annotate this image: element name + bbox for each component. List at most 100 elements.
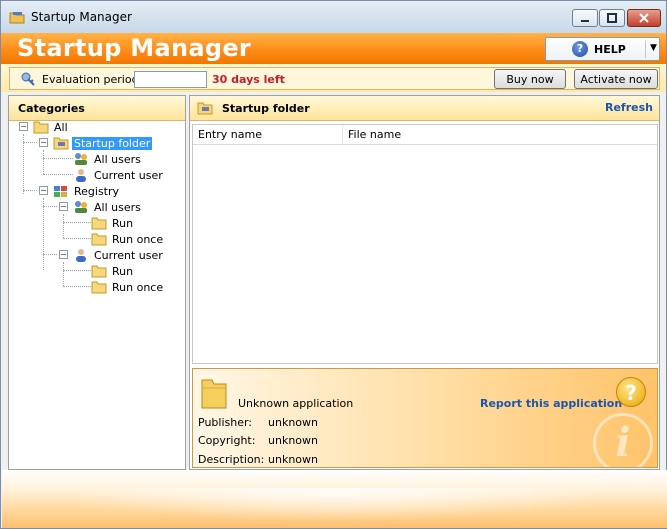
tree-item-all[interactable]: All — [33, 119, 70, 135]
footer-band — [2, 470, 667, 528]
info-watermark-icon: i — [593, 413, 653, 467]
tree-collapse-toggle[interactable]: − — [39, 186, 48, 195]
close-button[interactable] — [627, 9, 661, 27]
help-button[interactable]: ? HELP ▼ — [545, 37, 660, 61]
column-header-file-name[interactable]: File name — [343, 125, 657, 145]
tree-line — [63, 238, 91, 239]
column-header-entry-name[interactable]: Entry name — [193, 125, 343, 145]
publisher-value: unknown — [268, 416, 318, 429]
evaluation-field[interactable] — [134, 71, 207, 88]
minimize-button[interactable] — [572, 9, 598, 27]
tree-line — [43, 174, 73, 175]
tree-label: Run once — [112, 232, 164, 246]
tree-label: Run — [112, 216, 134, 230]
users-icon — [75, 201, 87, 213]
application-info-panel: Unknown application Report this applicat… — [192, 368, 658, 468]
folder-icon — [91, 265, 107, 278]
main-area: Categories − All − Startup folder All us… — [0, 92, 667, 529]
maximize-button[interactable] — [599, 9, 625, 27]
tree-label: All users — [94, 152, 141, 166]
app-header: Startup Manager ? HELP ▼ — [0, 33, 667, 64]
application-name: Unknown application — [238, 397, 354, 410]
tree-line — [63, 286, 91, 287]
description-label: Description: — [198, 453, 265, 466]
categories-header: Categories — [9, 96, 185, 121]
tree-line — [23, 134, 24, 194]
tree-item-registry[interactable]: Registry — [53, 183, 121, 199]
evaluation-panel: Evaluation period: 30 days left Buy now … — [9, 67, 660, 90]
days-left-text: 30 days left — [212, 73, 285, 86]
tree-collapse-toggle[interactable]: − — [59, 250, 68, 259]
tree-item-registry-cu-run[interactable]: Run — [91, 263, 135, 279]
app-icon — [9, 12, 25, 24]
category-tree: − All − Startup folder All users Current… — [9, 119, 185, 468]
help-icon: ? — [572, 41, 588, 57]
chevron-down-icon[interactable]: ▼ — [650, 43, 657, 53]
tree-line — [23, 190, 37, 191]
tree-collapse-toggle[interactable]: − — [39, 138, 48, 147]
tree-line — [43, 254, 57, 255]
categories-title: Categories — [18, 102, 85, 115]
entries-list[interactable]: Entry name File name — [192, 124, 658, 364]
tree-label: Run — [112, 264, 134, 278]
tree-label: Current user — [94, 248, 163, 262]
tree-item-registry-all-run[interactable]: Run — [91, 215, 135, 231]
tree-item-registry-all-run-once[interactable]: Run once — [91, 231, 165, 247]
tree-label: Current user — [94, 168, 163, 182]
question-icon[interactable]: ? — [616, 377, 646, 407]
maximize-icon — [607, 13, 617, 23]
publisher-label: Publisher: — [198, 416, 253, 429]
startup-folder-icon — [53, 137, 69, 150]
window-titlebar: Startup Manager — [0, 0, 667, 33]
help-label: HELP — [594, 43, 626, 56]
refresh-link[interactable]: Refresh — [605, 101, 653, 114]
copyright-label: Copyright: — [198, 434, 256, 447]
panel-title: Startup folder — [222, 102, 310, 115]
minimize-icon — [581, 20, 589, 22]
registry-icon — [54, 186, 67, 197]
startup-folder-panel: Startup folder Refresh Entry name File n… — [189, 95, 660, 470]
report-application-link[interactable]: Report this application — [480, 397, 622, 410]
help-separator — [645, 41, 646, 58]
panel-header: Startup folder Refresh — [190, 96, 659, 121]
tree-item-registry-cu-run-once[interactable]: Run once — [91, 279, 165, 295]
folder-icon — [33, 121, 49, 134]
tree-item-registry-all-users[interactable]: All users — [73, 199, 143, 215]
users-icon — [75, 153, 87, 165]
categories-panel: Categories − All − Startup folder All us… — [8, 95, 186, 470]
tree-collapse-toggle[interactable]: − — [59, 202, 68, 211]
tree-item-startup-folder[interactable]: Startup folder — [53, 135, 153, 151]
evaluation-label: Evaluation period: — [42, 73, 143, 86]
tree-line — [63, 214, 64, 238]
folder-icon — [91, 233, 107, 246]
tree-line — [43, 150, 44, 174]
close-icon — [639, 13, 649, 23]
tree-label: Run once — [112, 280, 164, 294]
description-value: unknown — [268, 453, 318, 466]
tree-label: Registry — [74, 184, 120, 198]
footer-swoosh — [2, 488, 667, 528]
folder-icon — [201, 379, 227, 409]
key-icon — [21, 72, 35, 86]
user-icon — [76, 249, 86, 262]
activate-now-button[interactable]: Activate now — [574, 69, 658, 89]
tree-line — [43, 158, 73, 159]
copyright-value: unknown — [268, 434, 318, 447]
startup-folder-icon — [197, 102, 213, 115]
tree-collapse-toggle[interactable]: − — [19, 122, 28, 131]
tree-line — [43, 206, 57, 207]
tree-label: All users — [94, 200, 141, 214]
tree-line — [63, 270, 91, 271]
tree-label: Startup folder — [72, 136, 153, 150]
folder-icon — [91, 281, 107, 294]
tree-line — [63, 222, 91, 223]
folder-icon — [91, 217, 107, 230]
tree-item-startup-current-user[interactable]: Current user — [73, 167, 165, 183]
tree-line — [23, 142, 37, 143]
tree-item-registry-current-user[interactable]: Current user — [73, 247, 165, 263]
evaluation-bar: Evaluation period: 30 days left Buy now … — [0, 64, 667, 92]
tree-item-startup-all-users[interactable]: All users — [73, 151, 143, 167]
window-title: Startup Manager — [31, 10, 132, 24]
app-title: Startup Manager — [17, 34, 252, 62]
buy-now-button[interactable]: Buy now — [494, 69, 566, 89]
